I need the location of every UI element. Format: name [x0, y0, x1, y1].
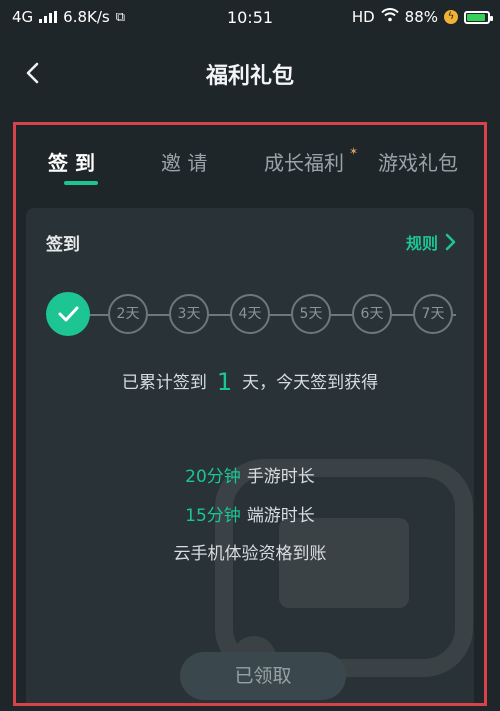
reward-mobile-time: 20分钟 手游时长: [26, 462, 474, 487]
status-bar: 4G 6.8K/s ⧉ 10:51 HD 88% ϟ: [0, 0, 500, 36]
reward-desc: 端游时长: [246, 506, 315, 526]
hd-indicator: HD: [351, 8, 375, 26]
tab-game-gifts[interactable]: 游戏礼包: [378, 147, 458, 176]
day-7: 7天: [413, 294, 453, 334]
tab-invite[interactable]: 邀 请: [161, 147, 207, 176]
highlight-frame: 签 到 邀 请 成长福利 ✶ 游戏礼包 签到 规则 2天 3天 4天 5天 6天: [13, 122, 487, 706]
page-title: 福利礼包: [205, 64, 294, 89]
day-3: 3天: [169, 294, 209, 334]
reward-cloud-phone: 云手机体验资格到账: [173, 544, 327, 564]
new-badge-icon: ✶: [349, 145, 359, 158]
reward-amount: 20分钟: [185, 467, 241, 487]
rules-link[interactable]: 规则: [406, 230, 456, 254]
rules-label: 规则: [405, 234, 438, 253]
signin-title: 签到: [46, 235, 80, 255]
battery-percent: 88%: [404, 8, 438, 26]
charging-icon: ϟ: [444, 10, 458, 24]
day-4: 4天: [230, 294, 270, 334]
tab-indicator: [64, 181, 98, 185]
reward-pc-time: 15分钟 端游时长: [26, 501, 474, 526]
wifi-icon: [380, 8, 399, 26]
reward-amount: 15分钟: [185, 506, 241, 526]
signin-count: 1: [216, 368, 233, 396]
summary-prefix: 已累计签到: [121, 373, 207, 393]
signin-summary: 已累计签到 1 天，今天签到获得: [26, 368, 474, 396]
check-icon: [58, 306, 79, 322]
claimed-button[interactable]: 已领取: [180, 652, 346, 700]
day-2: 2天: [108, 294, 148, 334]
chevron-right-icon: [445, 233, 456, 251]
battery-icon: [464, 10, 493, 24]
summary-suffix: 天，今天签到获得: [242, 373, 379, 393]
day-5: 5天: [291, 294, 331, 334]
signin-card: 签到 规则 2天 3天 4天 5天 6天 7天 已累计签到 1 天，今天签到获得 2…: [26, 208, 474, 703]
tab-growth-benefits[interactable]: 成长福利: [264, 147, 344, 176]
reward-desc: 手游时长: [246, 467, 315, 487]
header: 福利礼包: [0, 48, 500, 98]
tab-bar: 签 到 邀 请 成长福利 ✶ 游戏礼包: [16, 125, 484, 195]
day-1-checked: [46, 292, 90, 336]
signin-day-track: 2天 3天 4天 5天 6天 7天: [46, 292, 466, 338]
tab-signin[interactable]: 签 到: [48, 147, 95, 176]
day-6: 6天: [352, 294, 392, 334]
